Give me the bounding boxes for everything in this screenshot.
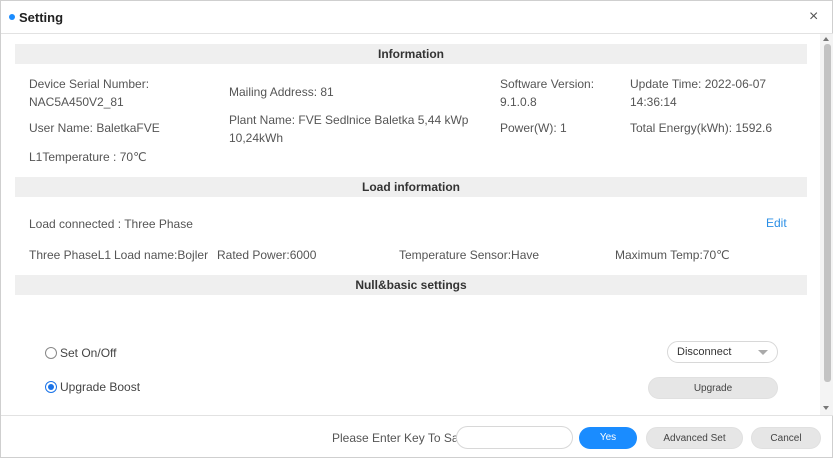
plant-name-line1: Plant Name: FVE Sedlnice Baletka 5,44 kW… <box>229 113 469 127</box>
scrollbar-thumb[interactable] <box>824 44 831 382</box>
key-label: Please Enter Key To Save: <box>332 431 475 445</box>
software-version-label: Software Version: <box>500 77 595 91</box>
key-input[interactable] <box>456 426 573 449</box>
close-icon[interactable]: × <box>809 9 818 25</box>
load-information-header: Load information <box>15 177 807 197</box>
maximum-temp: Maximum Temp:70℃ <box>615 248 730 262</box>
scroll-up-icon[interactable] <box>823 37 829 41</box>
chevron-down-icon <box>758 350 768 355</box>
upgrade-button[interactable]: Upgrade <box>648 377 778 399</box>
dialog-title: Setting <box>19 10 64 25</box>
upgrade-boost-label[interactable]: Upgrade Boost <box>60 380 140 394</box>
upgrade-boost-radio[interactable] <box>45 381 57 393</box>
basic-settings-header: Null&basic settings <box>15 275 807 295</box>
load-name: Load name:Bojler <box>114 248 209 262</box>
title-dot-icon <box>9 14 15 20</box>
footer-divider <box>1 415 833 416</box>
yes-button[interactable]: Yes <box>579 427 637 449</box>
scroll-down-icon[interactable] <box>823 406 829 410</box>
rated-power: Rated Power:6000 <box>217 248 317 262</box>
onoff-select[interactable]: Disconnect <box>667 341 778 363</box>
plant-name-line2: 10,24kWh <box>229 131 284 145</box>
onoff-select-value: Disconnect <box>677 346 732 358</box>
cancel-button[interactable]: Cancel <box>751 427 821 449</box>
mailing-address: Mailing Address: 81 <box>229 85 334 99</box>
software-version-value: 9.1.0.8 <box>500 95 537 109</box>
advanced-set-button[interactable]: Advanced Set <box>646 427 743 449</box>
power-value: Power(W): 1 <box>500 121 567 135</box>
temperature-sensor: Temperature Sensor:Have <box>399 248 540 262</box>
user-name: User Name: BaletkaFVE <box>29 121 160 135</box>
device-serial-value: NAC5A450V2_81 <box>29 95 124 109</box>
l1-temperature: L1Temperature : 70℃ <box>29 150 147 164</box>
load-phase: Three PhaseL1 <box>29 248 112 262</box>
information-header: Information <box>15 44 807 64</box>
update-time-label: Update Time: 2022-06-07 <box>630 77 767 91</box>
dialog-titlebar: Setting × <box>1 1 833 34</box>
setting-dialog: Setting × Information Device Serial Numb… <box>0 0 833 458</box>
edit-link[interactable]: Edit <box>766 216 787 230</box>
update-time-value: 14:36:14 <box>630 95 677 109</box>
set-onoff-label[interactable]: Set On/Off <box>60 346 116 360</box>
device-serial-label: Device Serial Number: <box>29 77 150 91</box>
set-onoff-radio[interactable] <box>45 347 57 359</box>
total-energy-value: Total Energy(kWh): 1592.6 <box>630 121 773 135</box>
load-connected: Load connected : Three Phase <box>29 217 193 231</box>
